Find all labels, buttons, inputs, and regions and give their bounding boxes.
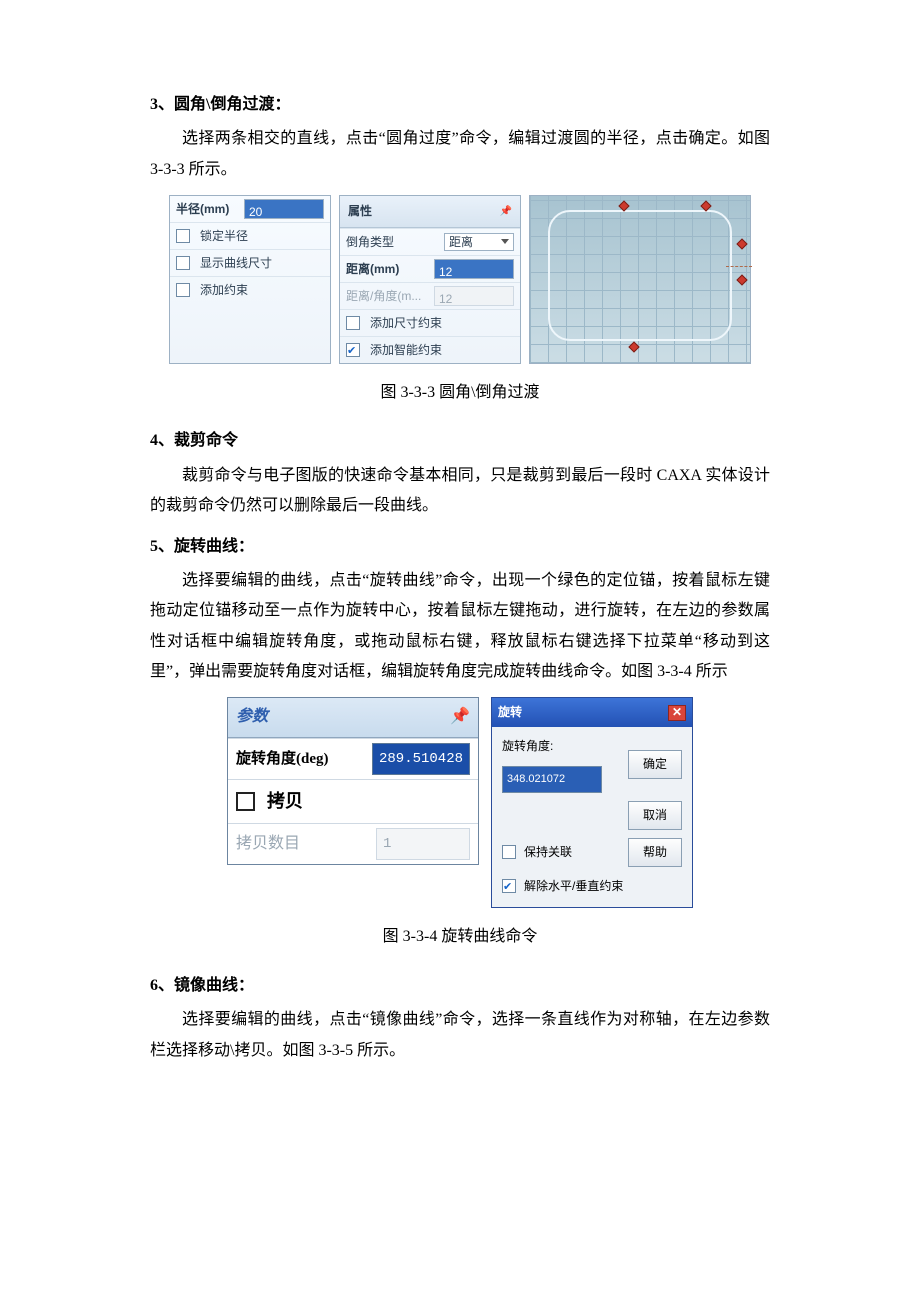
radius-input[interactable]: 20: [244, 199, 324, 219]
distance-input[interactable]: 12: [434, 259, 514, 279]
rotate-angle-label: 旋转角度(deg): [236, 745, 366, 774]
cancel-button[interactable]: 取消: [628, 801, 682, 830]
radius-panel: 半径(mm) 20 锁定半径 显示曲线尺寸 添加约束: [169, 195, 331, 364]
ok-button[interactable]: 确定: [628, 750, 682, 779]
rotate-angle-input[interactable]: 289.510428: [372, 743, 470, 776]
section5-paragraph: 选择要编辑的曲线，点击“旋转曲线”命令，出现一个绿色的定位锚，按着鼠标左键拖动定…: [150, 566, 770, 688]
rounded-rectangle-shape: [548, 210, 732, 341]
rotate-angle-label2: 旋转角度:: [502, 735, 618, 758]
add-smart-constraint-label: 添加智能约束: [370, 339, 442, 362]
help-button[interactable]: 帮助: [628, 838, 682, 867]
chamfer-type-value: 距离: [449, 231, 473, 254]
attributes-panel: 属性 📌 倒角类型 距离 距离(mm) 12 距离/角度(m... 12 添加尺…: [339, 195, 521, 364]
edit-handle[interactable]: [736, 239, 747, 250]
dist-angle-value: 12: [434, 286, 514, 306]
edit-handle[interactable]: [628, 341, 639, 352]
chevron-down-icon: [501, 239, 509, 244]
add-constraint-checkbox[interactable]: [176, 283, 190, 297]
section4-heading: 4、裁剪命令: [150, 426, 770, 456]
figure-3-3-3-caption: 图 3-3-3 圆角\倒角过渡: [150, 378, 770, 408]
remove-hv-checkbox[interactable]: [502, 879, 516, 893]
dimension-line: [726, 266, 752, 267]
attributes-title: 属性: [348, 200, 372, 223]
pin-icon[interactable]: 📌: [450, 702, 470, 732]
add-smart-constraint-checkbox[interactable]: [346, 343, 360, 357]
section3-heading: 3、圆角\倒角过渡：: [150, 90, 770, 120]
copy-checkbox[interactable]: [236, 792, 255, 811]
distance-label: 距离(mm): [346, 258, 428, 281]
dist-angle-label: 距离/角度(m...: [346, 285, 428, 308]
add-constraint-label: 添加约束: [200, 279, 248, 302]
copy-count-value: 1: [376, 828, 470, 861]
figure-3-3-4: 参数 📌 旋转角度(deg) 289.510428 拷贝 拷贝数目 1 旋转 ✕…: [150, 697, 770, 908]
copy-count-label: 拷贝数目: [236, 829, 370, 859]
show-dim-checkbox[interactable]: [176, 256, 190, 270]
rotate-dialog-title: 旋转: [498, 701, 522, 724]
section5-heading: 5、旋转曲线：: [150, 532, 770, 562]
section4-paragraph: 裁剪命令与电子图版的快速命令基本相同，只是裁剪到最后一段时 CAXA 实体设计的…: [150, 461, 770, 522]
lock-radius-label: 锁定半径: [200, 225, 248, 248]
sketch-canvas[interactable]: [529, 195, 751, 364]
figure-3-3-3: 半径(mm) 20 锁定半径 显示曲线尺寸 添加约束 属性 📌 倒角类型 距离: [150, 195, 770, 364]
chamfer-type-label: 倒角类型: [346, 231, 438, 254]
section3-paragraph: 选择两条相交的直线，点击“圆角过度”命令，编辑过渡圆的半径，点击确定。如图 3-…: [150, 124, 770, 185]
add-dim-constraint-label: 添加尺寸约束: [370, 312, 442, 335]
add-dim-constraint-checkbox[interactable]: [346, 316, 360, 330]
remove-hv-label: 解除水平/垂直约束: [524, 875, 623, 898]
keep-link-checkbox[interactable]: [502, 845, 516, 859]
rotate-angle-input2[interactable]: 348.021072: [502, 766, 602, 793]
section6-heading: 6、镜像曲线：: [150, 971, 770, 1001]
keep-link-label: 保持关联: [524, 841, 572, 864]
lock-radius-checkbox[interactable]: [176, 229, 190, 243]
section6-paragraph: 选择要编辑的曲线，点击“镜像曲线”命令，选择一条直线作为对称轴，在左边参数栏选择…: [150, 1005, 770, 1066]
parameter-panel: 参数 📌 旋转角度(deg) 289.510428 拷贝 拷贝数目 1: [227, 697, 479, 865]
close-icon[interactable]: ✕: [668, 705, 686, 721]
copy-label: 拷贝: [267, 784, 470, 818]
pin-icon[interactable]: 📌: [500, 202, 512, 221]
show-dim-label: 显示曲线尺寸: [200, 252, 272, 275]
chamfer-type-combo[interactable]: 距离: [444, 233, 514, 251]
figure-3-3-4-caption: 图 3-3-4 旋转曲线命令: [150, 922, 770, 952]
radius-label: 半径(mm): [176, 198, 238, 221]
edit-handle[interactable]: [736, 275, 747, 286]
parameter-title: 参数: [236, 702, 268, 732]
rotate-dialog: 旋转 ✕ 旋转角度: 348.021072 确定 取消 保持关联 帮助 解除水平…: [491, 697, 693, 908]
